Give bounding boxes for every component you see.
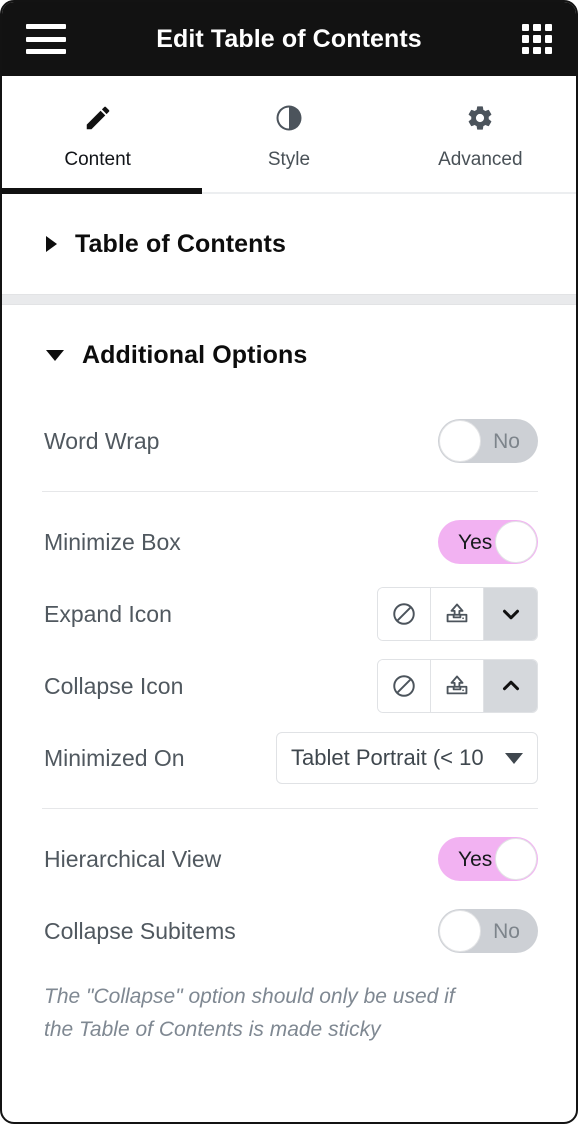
control-label: Hierarchical View [44, 845, 222, 872]
section-title: Additional Options [82, 340, 308, 369]
chevron-down-icon [498, 601, 524, 627]
grid-cell [533, 24, 541, 32]
upload-icon [444, 601, 470, 627]
toggle-value: No [493, 429, 520, 453]
toggle-knob [439, 910, 481, 952]
section-additional-options[interactable]: Additional Options [2, 305, 576, 405]
tab-advanced[interactable]: Advanced [385, 76, 576, 192]
collapse-icon-choices [377, 659, 538, 713]
toggle-value: Yes [458, 847, 493, 871]
tab-content[interactable]: Content [2, 76, 203, 194]
word-wrap-toggle[interactable]: No [438, 419, 538, 463]
apps-grid-icon[interactable] [522, 24, 552, 54]
grid-cell [522, 46, 530, 54]
grid-cell [544, 46, 552, 54]
chevron-down-icon [505, 752, 523, 764]
control-collapse-subitems: Collapse Subitems No [2, 895, 576, 967]
upload-icon-option[interactable] [431, 660, 484, 712]
collapse-subitems-description: The "Collapse" option should only be use… [44, 985, 455, 1041]
collapse-subitems-toggle[interactable]: No [438, 909, 538, 953]
contrast-icon [274, 103, 304, 133]
chevron-up-icon-option[interactable] [484, 660, 537, 712]
page-title: Edit Table of Contents [156, 24, 422, 53]
upload-icon [444, 673, 470, 699]
grid-cell [522, 35, 530, 43]
toggle-knob [495, 838, 537, 880]
grid-cell [533, 46, 541, 54]
toggle-value: Yes [458, 530, 493, 554]
hamburger-bar [26, 36, 66, 42]
toggle-knob [439, 420, 481, 462]
control-minimized-on: Minimized On Tablet Portrait (< 10 [2, 722, 576, 794]
grid-cell [533, 35, 541, 43]
section-divider [2, 294, 576, 305]
tab-label: Content [64, 149, 131, 170]
expand-icon-choices [377, 587, 538, 641]
chevron-down-icon-option[interactable] [484, 588, 537, 640]
grid-cell [544, 24, 552, 32]
tab-label: Advanced [438, 149, 523, 170]
gear-icon [466, 103, 494, 133]
control-label: Minimized On [44, 744, 185, 771]
none-icon [391, 601, 417, 627]
grid-cell [522, 24, 530, 32]
toggle-value: No [493, 919, 520, 943]
hierarchical-view-toggle[interactable]: Yes [438, 837, 538, 881]
grid-cell [544, 35, 552, 43]
control-label: Collapse Subitems [44, 917, 236, 944]
control-label: Collapse Icon [44, 672, 184, 699]
toggle-knob [495, 521, 537, 563]
none-icon [391, 673, 417, 699]
hamburger-bar [26, 49, 66, 54]
none-icon-option[interactable] [378, 660, 431, 712]
control-divider [42, 808, 538, 809]
tab-style[interactable]: Style [193, 76, 384, 192]
minimized-on-select[interactable]: Tablet Portrait (< 10 [276, 732, 538, 784]
control-word-wrap: Word Wrap No [2, 405, 576, 477]
tab-label: Style [267, 149, 311, 170]
chevron-up-icon [498, 673, 524, 699]
section-title: Table of Contents [75, 229, 286, 258]
caret-down-icon [46, 349, 64, 361]
control-hierarchical-view: Hierarchical View Yes [2, 823, 576, 895]
elementor-editor-panel: Edit Table of Contents Content Style Adv… [0, 0, 578, 1124]
minimize-box-toggle[interactable]: Yes [438, 520, 538, 564]
panel-header: Edit Table of Contents [2, 2, 576, 76]
none-icon-option[interactable] [378, 588, 431, 640]
control-expand-icon: Expand Icon [2, 578, 576, 650]
hamburger-bar [26, 24, 66, 29]
control-label: Minimize Box [44, 528, 181, 555]
upload-icon-option[interactable] [431, 588, 484, 640]
control-divider [42, 491, 538, 492]
control-minimize-box: Minimize Box Yes [2, 506, 576, 578]
additional-options-controls: Word Wrap No Minimize Box Yes Expand Ico… [2, 405, 576, 1046]
caret-right-icon [46, 236, 57, 252]
pencil-icon [83, 103, 113, 133]
panel-tabs: Content Style Advanced [2, 76, 576, 194]
control-label: Word Wrap [44, 427, 160, 454]
hamburger-menu-icon[interactable] [26, 24, 66, 54]
control-label: Expand Icon [44, 600, 172, 627]
section-table-of-contents[interactable]: Table of Contents [2, 194, 576, 294]
select-value: Tablet Portrait (< 10 [291, 745, 484, 770]
control-collapse-icon: Collapse Icon [2, 650, 576, 722]
